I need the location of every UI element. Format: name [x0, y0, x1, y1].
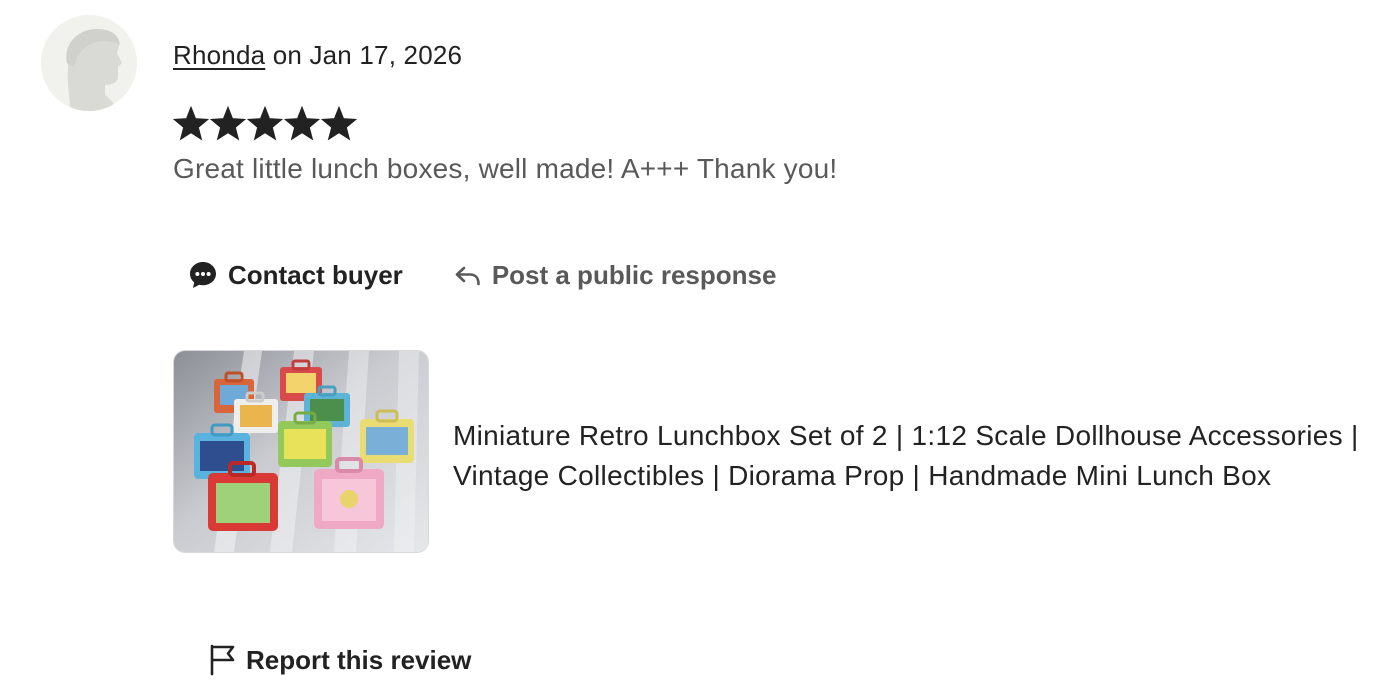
- contact-buyer-button[interactable]: Contact buyer: [187, 259, 403, 291]
- review-text: Great little lunch boxes, well made! A++…: [173, 153, 838, 184]
- lunchbox-product-image: [174, 351, 428, 552]
- listing-card: Miniature Retro Lunchbox Set of 2 | 1:12…: [173, 350, 1358, 553]
- review-meta: Rhonda on Jan 17, 2026: [173, 40, 462, 71]
- star-icon: [284, 106, 320, 141]
- reviewer-name-link[interactable]: Rhonda: [173, 40, 265, 70]
- person-silhouette-icon: [41, 15, 137, 111]
- contact-buyer-label: Contact buyer: [228, 259, 403, 290]
- listing-thumbnail[interactable]: [173, 350, 429, 553]
- star-icon: [173, 106, 209, 141]
- star-icon: [210, 106, 246, 141]
- flag-icon: [209, 644, 237, 676]
- star-rating: [173, 106, 357, 142]
- avatar[interactable]: [41, 15, 137, 111]
- chat-bubble-icon: [187, 259, 219, 291]
- report-review-button[interactable]: Report this review: [209, 644, 471, 676]
- post-public-response-label: Post a public response: [491, 259, 777, 290]
- report-review-label: Report this review: [246, 644, 472, 675]
- reply-arrow-icon: [453, 260, 483, 290]
- star-icon: [321, 106, 357, 141]
- review-date: on Jan 17, 2026: [265, 40, 463, 70]
- review-actions: Contact buyer Post a public response: [187, 259, 776, 291]
- review-card: Rhonda on Jan 17, 2026 Great little lunc…: [0, 0, 1394, 690]
- post-public-response-button[interactable]: Post a public response: [453, 259, 777, 291]
- listing-title-link[interactable]: Miniature Retro Lunchbox Set of 2 | 1:12…: [453, 416, 1394, 496]
- star-icon: [247, 106, 283, 141]
